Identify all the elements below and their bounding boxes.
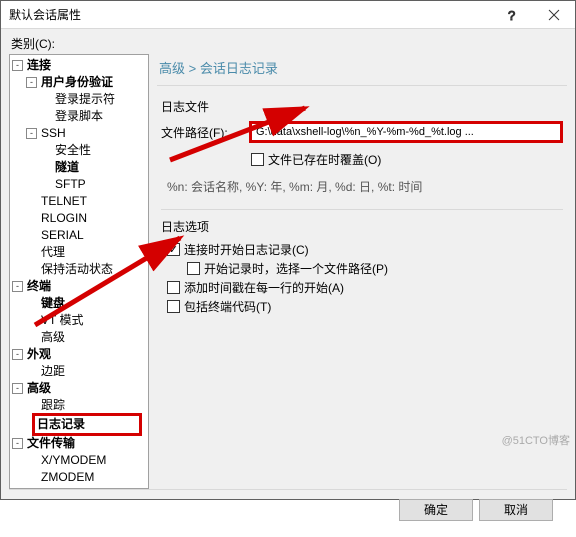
tree-login-script[interactable]: 登录脚本 bbox=[55, 108, 103, 125]
tree-terminal[interactable]: 终端 bbox=[27, 278, 51, 295]
tree-logging[interactable]: 日志记录 bbox=[32, 413, 142, 436]
ok-button[interactable]: 确定 bbox=[399, 499, 473, 521]
collapse-icon[interactable]: - bbox=[12, 383, 23, 394]
timestamp-checkbox[interactable] bbox=[167, 281, 180, 294]
tree-rlogin[interactable]: RLOGIN bbox=[41, 210, 87, 227]
start-on-connect-checkbox[interactable] bbox=[167, 243, 180, 256]
timestamp-label: 添加时间戳在每一行的开始(A) bbox=[184, 279, 344, 296]
tree-filetransfer[interactable]: 文件传输 bbox=[27, 435, 75, 452]
cancel-button[interactable]: 取消 bbox=[479, 499, 553, 521]
tree-proxy[interactable]: 代理 bbox=[41, 244, 65, 261]
category-label: 类别(C): bbox=[11, 35, 567, 52]
tree-xymodem[interactable]: X/YMODEM bbox=[41, 452, 106, 469]
ask-path-label: 开始记录时，选择一个文件路径(P) bbox=[204, 260, 388, 277]
right-panel: 高级 > 会话日志记录 日志文件 文件路径(F): G:\data\xshell… bbox=[157, 54, 567, 489]
collapse-icon[interactable]: - bbox=[26, 128, 37, 139]
tree-sftp[interactable]: SFTP bbox=[55, 176, 86, 193]
format-hint: %n: 会话名称, %Y: 年, %m: 月, %d: 日, %t: 时间 bbox=[167, 178, 563, 195]
collapse-icon[interactable]: - bbox=[12, 60, 23, 71]
watermark: @51CTO博客 bbox=[502, 432, 570, 448]
tree-trace[interactable]: 跟踪 bbox=[41, 397, 65, 414]
main-row: -连接 -用户身份验证 登录提示符 登录脚本 -SSH bbox=[9, 54, 567, 489]
tree-login-prompt[interactable]: 登录提示符 bbox=[55, 91, 115, 108]
terminal-code-checkbox[interactable] bbox=[167, 300, 180, 313]
collapse-icon[interactable]: - bbox=[26, 77, 37, 88]
log-options-section: 日志选项 bbox=[161, 218, 563, 235]
tree-connection[interactable]: 连接 bbox=[27, 57, 51, 74]
close-button[interactable] bbox=[533, 1, 575, 29]
collapse-icon[interactable]: - bbox=[12, 349, 23, 360]
file-path-input[interactable]: G:\data\xshell-log\%n_%Y-%m-%d_%t.log ..… bbox=[249, 121, 563, 143]
tree-tunnel[interactable]: 隧道 bbox=[55, 159, 79, 176]
divider bbox=[161, 209, 563, 210]
collapse-icon[interactable]: - bbox=[12, 281, 23, 292]
svg-text:?: ? bbox=[508, 9, 515, 21]
tree-security[interactable]: 安全性 bbox=[55, 142, 91, 159]
tree-serial[interactable]: SERIAL bbox=[41, 227, 84, 244]
tree-vtmode[interactable]: VT 模式 bbox=[41, 312, 83, 329]
file-path-label: 文件路径(F): bbox=[161, 124, 241, 141]
tree-advanced-term[interactable]: 高级 bbox=[41, 329, 65, 346]
tree-keyboard[interactable]: 键盘 bbox=[41, 295, 65, 312]
window-title: 默认会话属性 bbox=[9, 6, 81, 23]
breadcrumb: 高级 > 会话日志记录 bbox=[157, 54, 567, 86]
dialog-body: 类别(C): -连接 -用户身份验证 登录提示符 登录脚本 bbox=[1, 29, 575, 537]
tree-ssh[interactable]: SSH bbox=[41, 125, 66, 142]
dialog-footer: 确定 取消 bbox=[9, 489, 567, 529]
tree-telnet[interactable]: TELNET bbox=[41, 193, 87, 210]
overwrite-checkbox[interactable] bbox=[251, 153, 264, 166]
help-button[interactable]: ? bbox=[491, 1, 533, 29]
tree-appearance[interactable]: 外观 bbox=[27, 346, 51, 363]
tree-keepalive[interactable]: 保持活动状态 bbox=[41, 261, 113, 278]
collapse-icon[interactable]: - bbox=[12, 438, 23, 449]
titlebar-buttons: ? bbox=[491, 1, 575, 29]
tree-auth[interactable]: 用户身份验证 bbox=[41, 74, 113, 91]
tree-advanced[interactable]: 高级 bbox=[27, 380, 51, 397]
dialog-window: 默认会话属性 ? 类别(C): -连接 -用户身份验证 bbox=[0, 0, 576, 500]
start-on-connect-label: 连接时开始日志记录(C) bbox=[184, 241, 309, 258]
title-bar: 默认会话属性 ? bbox=[1, 1, 575, 29]
terminal-code-label: 包括终端代码(T) bbox=[184, 298, 271, 315]
category-tree[interactable]: -连接 -用户身份验证 登录提示符 登录脚本 -SSH bbox=[9, 54, 149, 489]
tree-margin[interactable]: 边距 bbox=[41, 363, 65, 380]
tree-zmodem[interactable]: ZMODEM bbox=[41, 469, 94, 486]
ask-path-checkbox[interactable] bbox=[187, 262, 200, 275]
overwrite-label: 文件已存在时覆盖(O) bbox=[268, 151, 381, 168]
log-file-section: 日志文件 bbox=[161, 98, 563, 115]
